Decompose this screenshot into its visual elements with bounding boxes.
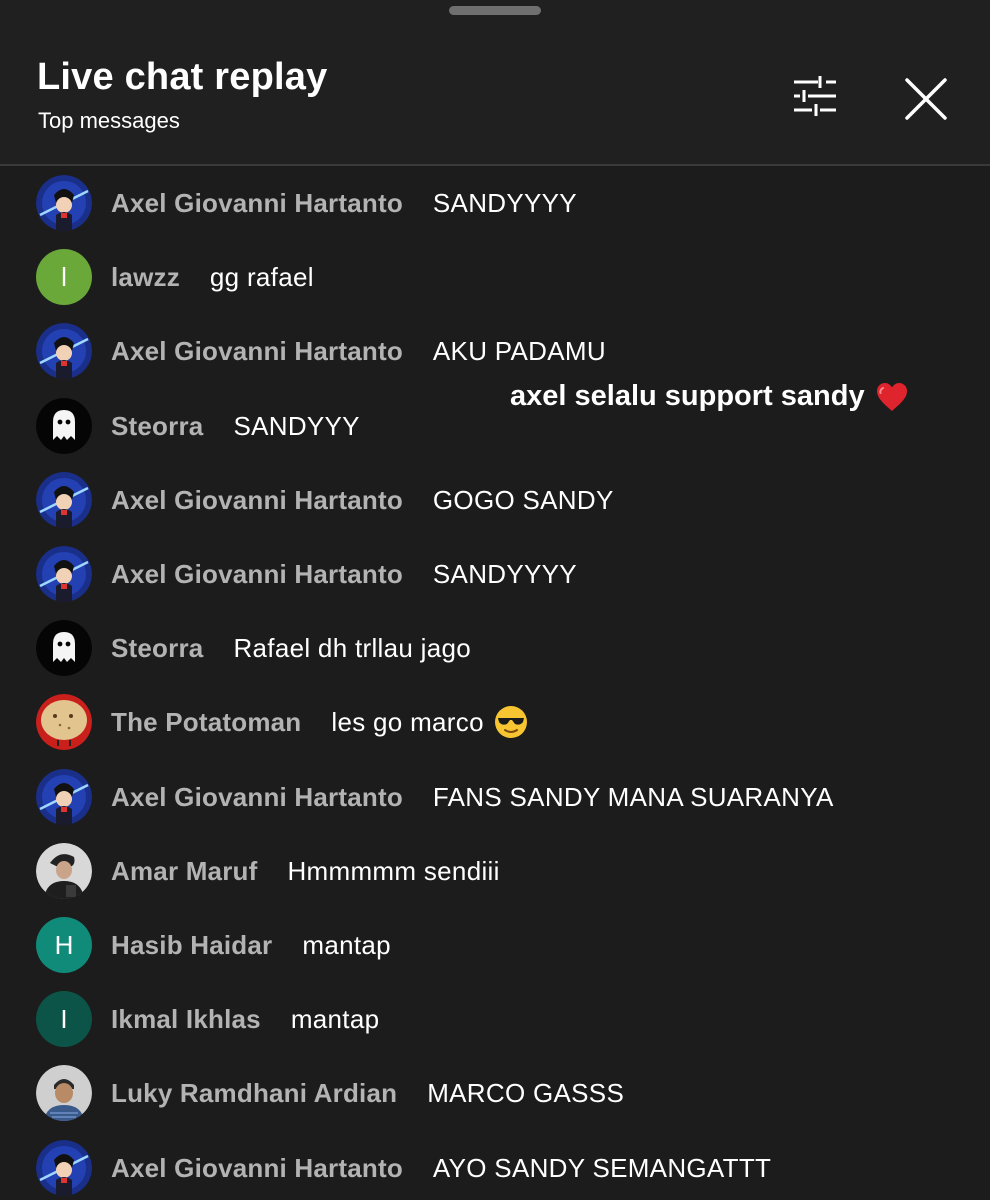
drag-handle[interactable] [449, 6, 541, 15]
message-line: Ikmal Ikhlas mantap [111, 982, 379, 1056]
message-line: Luky Ramdhani Ardian MARCO GASSS [111, 1056, 624, 1130]
chat-message-row[interactable]: Luky Ramdhani Ardian MARCO GASSS [0, 1056, 990, 1130]
message-text: AYO SANDY SEMANGATTT [432, 1152, 772, 1183]
chat-message-row[interactable]: Steorra Rafael dh trllau jago [0, 611, 990, 685]
chat-message-row[interactable]: H Hasib Haidar mantap [0, 908, 990, 982]
chat-message-row[interactable]: l lawzz gg rafael [0, 240, 990, 314]
message-text: Hmmmmm sendiii [287, 855, 500, 886]
message-line: Axel Giovanni Hartanto FANS SANDY MANA SU… [111, 760, 834, 834]
author-avatar-initial[interactable]: H [36, 917, 92, 973]
overlay-caption-text: axel selalu support sandy [510, 380, 865, 412]
author-avatar[interactable] [36, 769, 92, 825]
chat-message-row[interactable]: Amar Maruf Hmmmmm sendiii [0, 834, 990, 908]
chat-message-row[interactable]: Axel Giovanni Hartanto FANS SANDY MANA SU… [0, 760, 990, 834]
author-avatar-initial[interactable]: l [36, 249, 92, 305]
chat-message-row[interactable]: Axel Giovanni Hartanto SANDYYYY [0, 537, 990, 611]
message-text: Rafael dh trllau jago [233, 632, 472, 663]
author-avatar[interactable] [36, 546, 92, 602]
anime-avatar-image [36, 1140, 92, 1196]
author-avatar[interactable] [36, 323, 92, 379]
sliders-icon [794, 76, 836, 116]
author-name[interactable]: Steorra [111, 411, 203, 442]
close-icon [905, 78, 947, 120]
avatar-initial: l [61, 261, 67, 292]
message-text: gg rafael [209, 261, 314, 292]
message-text: SANDYYYY [432, 558, 577, 589]
photo-avatar-image [36, 843, 92, 899]
chat-message-row[interactable]: I Ikmal Ikhlas mantap [0, 982, 990, 1056]
message-text: MARCO GASSS [427, 1077, 625, 1108]
author-name[interactable]: Axel Giovanni Hartanto [111, 1153, 403, 1184]
ghost-avatar-image [36, 398, 92, 454]
author-name[interactable]: Axel Giovanni Hartanto [111, 485, 403, 516]
author-name[interactable]: The Potatoman [111, 707, 301, 738]
message-line: The Potatoman les go marco [111, 685, 528, 759]
author-avatar[interactable] [36, 175, 92, 231]
red-heart-icon [876, 382, 907, 411]
sunglasses-face-icon [494, 706, 527, 738]
anime-avatar-image [36, 472, 92, 528]
potato-avatar-image [36, 694, 92, 750]
message-text: SANDYYY [233, 410, 360, 441]
avatar-initial: H [54, 929, 74, 960]
message-line: Axel Giovanni Hartanto SANDYYYY [111, 166, 577, 240]
message-line: lawzz gg rafael [111, 240, 314, 314]
message-text: GOGO SANDY [432, 484, 614, 515]
ghost-avatar-image [36, 620, 92, 676]
author-name[interactable]: Steorra [111, 633, 203, 664]
author-name[interactable]: Axel Giovanni Hartanto [111, 188, 403, 219]
author-avatar[interactable] [36, 620, 92, 676]
chat-message-list[interactable]: Axel Giovanni Hartanto SANDYYYY l lawzz gg r… [0, 166, 990, 1200]
message-line: Steorra SANDYYY [111, 389, 360, 463]
message-line: Axel Giovanni Hartanto GOGO SANDY [111, 463, 614, 537]
message-line: Axel Giovanni Hartanto SANDYYYY [111, 537, 577, 611]
chat-message-row[interactable]: Axel Giovanni Hartanto AYO SANDY SEMANGAT… [0, 1131, 990, 1200]
author-name[interactable]: Hasib Haidar [111, 930, 272, 961]
message-text: AKU PADAMU [432, 335, 606, 366]
author-name[interactable]: Axel Giovanni Hartanto [111, 336, 403, 367]
filter-button[interactable] [788, 72, 842, 120]
overlay-caption: axel selalu support sandy [510, 380, 909, 413]
anime-avatar-image [36, 323, 92, 379]
author-name[interactable]: Amar Maruf [111, 856, 257, 887]
author-avatar[interactable] [36, 472, 92, 528]
message-line: Steorra Rafael dh trllau jago [111, 611, 471, 685]
chat-mode-selector[interactable]: Top messages [38, 108, 180, 134]
chat-sheet: Live chat replay Top messages Axel Giova… [0, 0, 990, 1200]
chat-message-row[interactable]: Axel Giovanni Hartanto AKU PADAMU [0, 314, 990, 388]
author-name[interactable]: Axel Giovanni Hartanto [111, 782, 403, 813]
anime-avatar-image [36, 769, 92, 825]
author-avatar[interactable] [36, 398, 92, 454]
photo-avatar-2-image [36, 1065, 92, 1121]
chat-message-row[interactable]: Axel Giovanni Hartanto GOGO SANDY [0, 463, 990, 537]
author-name[interactable]: Ikmal Ikhlas [111, 1004, 261, 1035]
message-line: Hasib Haidar mantap [111, 908, 391, 982]
message-line: Axel Giovanni Hartanto AYO SANDY SEMANGAT… [111, 1131, 771, 1200]
author-avatar[interactable] [36, 694, 92, 750]
author-avatar[interactable] [36, 843, 92, 899]
author-avatar[interactable] [36, 1065, 92, 1121]
chat-message-row[interactable]: Axel Giovanni Hartanto SANDYYYY [0, 166, 990, 240]
message-text: mantap [302, 929, 391, 960]
message-text: FANS SANDY MANA SUARANYA [432, 781, 834, 812]
message-line: Amar Maruf Hmmmmm sendiii [111, 834, 500, 908]
anime-avatar-image [36, 175, 92, 231]
chat-message-row[interactable]: The Potatoman les go marco [0, 685, 990, 759]
avatar-initial: I [60, 1003, 68, 1034]
author-name[interactable]: Luky Ramdhani Ardian [111, 1078, 397, 1109]
chat-header: Live chat replay Top messages [0, 0, 990, 166]
author-name[interactable]: lawzz [111, 262, 180, 293]
message-text: mantap [290, 1003, 380, 1034]
author-avatar-initial[interactable]: I [36, 991, 92, 1047]
page-title: Live chat replay [37, 56, 328, 98]
message-text: les go marco [331, 706, 484, 737]
author-name[interactable]: Axel Giovanni Hartanto [111, 559, 403, 590]
message-line: Axel Giovanni Hartanto AKU PADAMU [111, 314, 606, 388]
anime-avatar-image [36, 546, 92, 602]
author-avatar[interactable] [36, 1140, 92, 1196]
close-button[interactable] [898, 71, 954, 127]
message-text: SANDYYYY [432, 187, 577, 218]
